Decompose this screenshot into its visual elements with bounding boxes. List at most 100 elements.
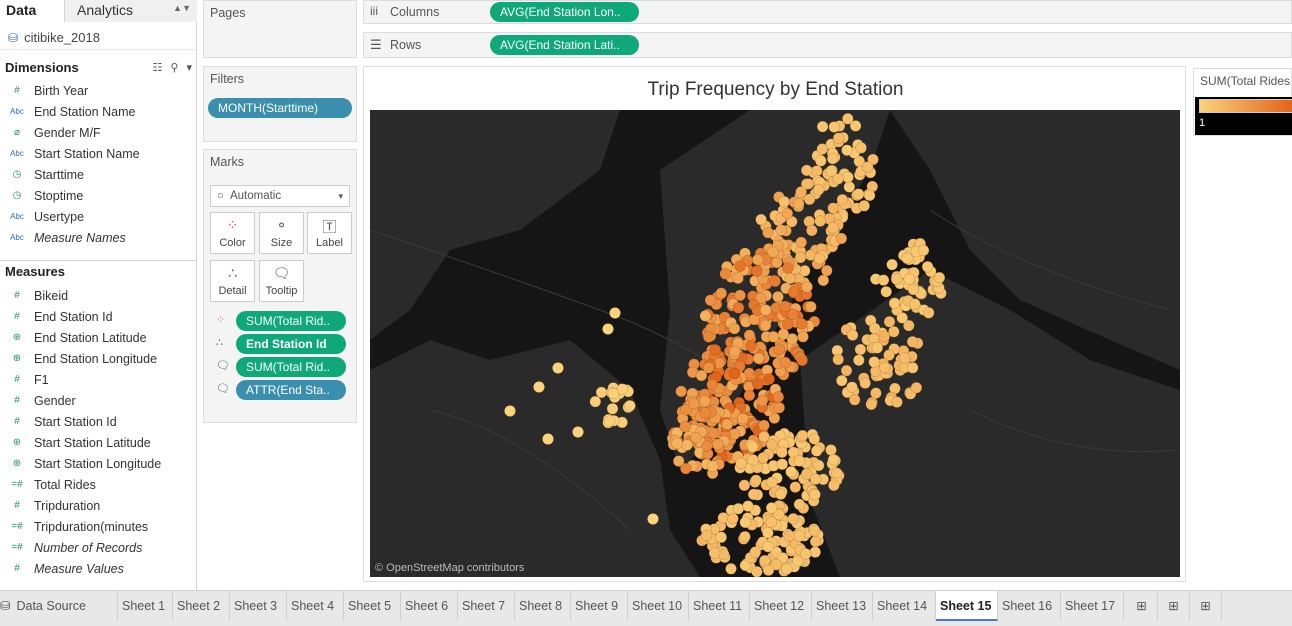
field-f1[interactable]: # F1 (0, 369, 197, 390)
station-dot[interactable] (504, 405, 516, 417)
station-dot[interactable] (828, 479, 840, 492)
station-dot[interactable] (773, 401, 785, 414)
station-dot[interactable] (758, 419, 770, 432)
station-dot[interactable] (910, 381, 923, 394)
station-dot[interactable] (842, 171, 854, 183)
label-button[interactable]: 🅃 Label (307, 212, 352, 254)
tab-sheet-14[interactable]: Sheet 14 (873, 591, 936, 621)
station-dot[interactable] (852, 188, 865, 200)
tab-data-source[interactable]: ⛁ Data Source (0, 591, 118, 621)
tab-sheet-17[interactable]: Sheet 17 (1061, 591, 1124, 621)
tab-sheet-6[interactable]: Sheet 6 (401, 591, 458, 621)
station-dot[interactable] (890, 273, 903, 285)
tab-sheet-2[interactable]: Sheet 2 (173, 591, 230, 621)
station-dot[interactable] (883, 315, 896, 328)
station-dot[interactable] (762, 540, 774, 553)
station-dot[interactable] (826, 152, 839, 165)
station-dot[interactable] (750, 474, 762, 487)
station-dot[interactable] (749, 546, 762, 558)
station-dot[interactable] (795, 186, 807, 198)
station-dot[interactable] (745, 340, 757, 352)
station-dot[interactable] (765, 516, 778, 528)
station-dot[interactable] (742, 500, 754, 512)
station-dot[interactable] (843, 181, 856, 193)
station-dot[interactable] (725, 563, 737, 575)
station-dot[interactable] (776, 458, 788, 470)
station-dot[interactable] (739, 530, 751, 543)
station-dot[interactable] (772, 391, 785, 403)
station-dot[interactable] (793, 530, 806, 542)
marks-pill-tooltip-2[interactable]: ATTR(End Sta.. (236, 380, 346, 400)
station-dot[interactable] (624, 400, 636, 412)
station-dot[interactable] (779, 300, 791, 313)
map[interactable]: © OpenStreetMap contributors (370, 110, 1180, 577)
station-dot[interactable] (816, 143, 829, 155)
station-dot[interactable] (808, 524, 821, 537)
station-dot[interactable] (756, 394, 769, 407)
station-dot[interactable] (783, 530, 795, 542)
search-icon[interactable]: ⚲ (170, 61, 178, 74)
station-dot[interactable] (771, 256, 783, 269)
field-start-station-name[interactable]: Abc Start Station Name (0, 143, 197, 164)
field-gender-m-f[interactable]: ⌀ Gender M/F (0, 122, 197, 143)
station-dot[interactable] (853, 354, 865, 366)
field-measure-values[interactable]: # Measure Values (0, 558, 197, 579)
new-story-icon[interactable]: ⊞ (1190, 591, 1222, 621)
station-dot[interactable] (903, 273, 915, 286)
field-bikeid[interactable]: # Bikeid (0, 285, 197, 306)
station-dot[interactable] (836, 193, 849, 206)
tab-sheet-4[interactable]: Sheet 4 (287, 591, 344, 621)
tab-sheet-10[interactable]: Sheet 10 (628, 591, 689, 621)
tab-data[interactable]: Data (0, 0, 64, 22)
field-end-station-longitude[interactable]: ⊕ End Station Longitude (0, 348, 197, 369)
station-dot[interactable] (815, 155, 827, 167)
station-dot[interactable] (552, 362, 564, 374)
station-dot[interactable] (906, 336, 919, 348)
station-dot[interactable] (788, 286, 800, 298)
station-dot[interactable] (732, 502, 745, 515)
station-dot[interactable] (734, 289, 746, 302)
station-dot[interactable] (909, 298, 921, 310)
station-dot[interactable] (773, 343, 785, 356)
station-dot[interactable] (868, 356, 880, 368)
station-dot[interactable] (769, 275, 781, 288)
station-dot[interactable] (747, 488, 760, 501)
station-dot[interactable] (781, 563, 793, 575)
marks-pill-color[interactable]: SUM(Total Rid.. (236, 311, 346, 331)
station-dot[interactable] (743, 389, 756, 402)
station-dot[interactable] (855, 142, 867, 154)
station-dot[interactable] (784, 272, 796, 285)
station-dot[interactable] (759, 304, 772, 316)
tab-sheet-16[interactable]: Sheet 16 (998, 591, 1061, 621)
station-dot[interactable] (715, 531, 727, 544)
station-dot[interactable] (695, 369, 708, 382)
station-dot[interactable] (816, 120, 829, 133)
field-measure-names[interactable]: Abc Measure Names (0, 227, 197, 248)
filter-pill[interactable]: MONTH(Starttime) (208, 98, 352, 118)
station-dot[interactable] (747, 454, 759, 466)
station-dot[interactable] (759, 319, 772, 332)
field-number-of-records[interactable]: =# Number of Records (0, 537, 197, 558)
station-dot[interactable] (793, 455, 806, 467)
station-dot[interactable] (921, 261, 934, 273)
station-dot[interactable] (728, 367, 741, 380)
station-dot[interactable] (792, 197, 805, 210)
station-dot[interactable] (572, 426, 584, 438)
station-dot[interactable] (789, 481, 802, 493)
columns-shelf[interactable]: iii Columns AVG(End Station Lon.. (363, 0, 1292, 24)
station-dot[interactable] (810, 445, 823, 457)
tab-sheet-8[interactable]: Sheet 8 (515, 591, 571, 621)
station-dot[interactable] (898, 352, 911, 364)
station-dot[interactable] (880, 285, 892, 298)
size-button[interactable]: ⚬ Size (259, 212, 304, 254)
tooltip-button[interactable]: 🗨 Tooltip (259, 260, 304, 302)
station-dot[interactable] (609, 307, 621, 319)
station-dot[interactable] (671, 437, 683, 450)
station-dot[interactable] (879, 361, 891, 374)
station-dot[interactable] (800, 164, 813, 177)
field-birth-year[interactable]: # Birth Year (0, 80, 197, 101)
station-dot[interactable] (808, 433, 821, 445)
station-dot[interactable] (778, 196, 790, 208)
station-dot[interactable] (721, 418, 733, 431)
station-dot[interactable] (806, 224, 818, 237)
